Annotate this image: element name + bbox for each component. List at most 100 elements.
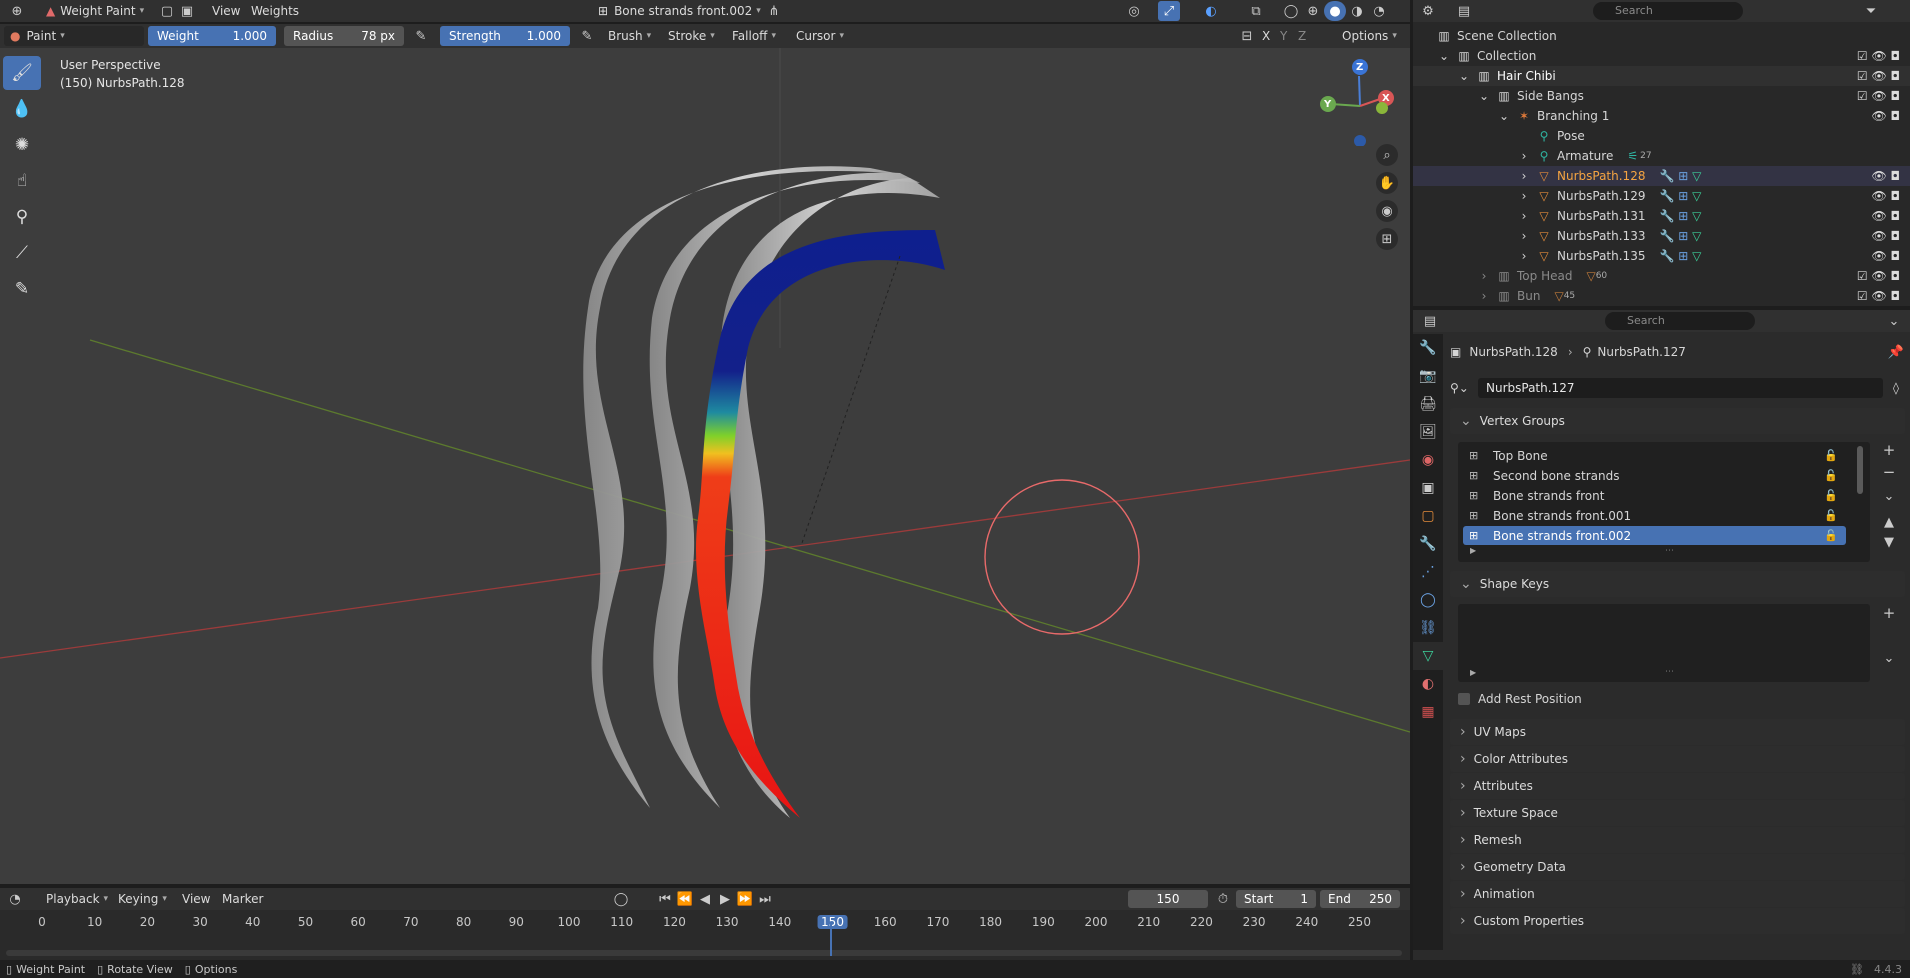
rendered-shading-icon[interactable]: ◔ (1368, 1, 1390, 21)
face-mask-icon[interactable]: ▣ (176, 1, 198, 21)
mirror-x[interactable]: X (1258, 26, 1274, 46)
preview-range-icon[interactable]: ⏱ (1212, 889, 1234, 909)
jump-start-icon[interactable]: ⏮ (654, 889, 676, 909)
add-rest-position-row[interactable]: Add Rest Position (1458, 690, 1582, 708)
shape-keys-panel-header[interactable]: Shape Keys (1450, 571, 1905, 597)
average-tool[interactable]: ✺ (3, 128, 41, 162)
options-menu[interactable]: Options (1336, 26, 1403, 46)
brush-menu[interactable]: Brush (602, 26, 657, 46)
radius-pressure-icon[interactable]: ✎ (410, 26, 432, 46)
camera-view-icon[interactable]: ◉ (1376, 200, 1398, 222)
sample-weight-tool[interactable]: ⚲ (3, 200, 41, 234)
pin-icon[interactable]: 📌 (1885, 342, 1907, 362)
modifier-tab-icon[interactable]: 🔧 (1413, 530, 1443, 558)
attributes-panel-header[interactable]: Attributes (1450, 773, 1905, 799)
outliner-row-bun[interactable]: › ▥ Bun ▽ 45 ☑ 👁 ◘ (1413, 286, 1910, 306)
visibility-toggles[interactable]: 👁 ◘ (1871, 229, 1900, 243)
vertex-group-item[interactable]: ⊞ Bone strands front 🔓 (1463, 486, 1846, 505)
output-tab-icon[interactable]: 🖨 (1413, 390, 1443, 418)
visibility-toggles[interactable]: 👁 ◘ (1871, 209, 1900, 223)
object-tab-icon[interactable]: ▢ (1413, 502, 1443, 530)
visibility-icon[interactable]: ◎ (1123, 1, 1145, 21)
stroke-menu[interactable]: Stroke (662, 26, 721, 46)
material-shading-icon[interactable]: ◑ (1346, 1, 1368, 21)
texture-space-panel-header[interactable]: Texture Space (1450, 800, 1905, 826)
outliner-row-armature[interactable]: › ⚲ Armature ⚟ 27 (1413, 146, 1910, 166)
jump-end-icon[interactable]: ⏭ (754, 889, 776, 909)
move-up-icon[interactable]: ▲ (1878, 512, 1900, 532)
move-down-icon[interactable]: ▼ (1878, 532, 1900, 552)
visibility-toggles[interactable]: 👁 ◘ (1871, 249, 1900, 263)
scene-tab-icon[interactable]: ◉ (1413, 446, 1443, 474)
play-icon[interactable]: ▶ (714, 889, 736, 909)
wireframe-icon[interactable]: ⊕ (1302, 1, 1324, 21)
display-mode-icon[interactable]: ▤ (1453, 1, 1475, 21)
particles-tab-icon[interactable]: ⋰ (1413, 558, 1443, 586)
vertex-groups-panel-header[interactable]: Vertex Groups (1450, 408, 1905, 434)
strength-slider[interactable]: Strength 1.000 (440, 26, 570, 46)
list-filter-arrow-icon[interactable]: ▶ (1470, 546, 1476, 555)
blur-tool[interactable]: 💧 (3, 92, 41, 126)
solid-shading-icon[interactable]: ● (1324, 1, 1346, 21)
mirror-y[interactable]: Y (1276, 26, 1291, 46)
gizmo-toggle-icon[interactable]: ⤢ (1158, 1, 1180, 21)
smear-tool[interactable]: ☝ (3, 164, 41, 198)
add-shape-key-icon[interactable]: + (1878, 603, 1900, 623)
custom-properties-panel-header[interactable]: Custom Properties (1450, 908, 1905, 934)
outliner-row-nurbspath-129[interactable]: › ▽ NurbsPath.129 🔧 ⊞ ▽ 👁 ◘ (1413, 186, 1910, 206)
weight-slider[interactable]: Weight 1.000 (148, 26, 276, 46)
paint-brush-tool[interactable]: 🖌 (3, 56, 41, 90)
view-menu[interactable]: View (176, 889, 216, 909)
current-frame-field[interactable]: 150 (1128, 890, 1208, 908)
zoom-icon[interactable]: ⌕ (1376, 144, 1398, 166)
prev-keyframe-icon[interactable]: ⏪ (674, 889, 696, 909)
lock-icon[interactable]: 🔓 (1824, 489, 1838, 502)
mirror-z[interactable]: Z (1294, 26, 1310, 46)
world-tab-icon[interactable]: ▣ (1413, 474, 1443, 502)
outliner-row-nurbspath-133[interactable]: › ▽ NurbsPath.133 🔧 ⊞ ▽ 👁 ◘ (1413, 226, 1910, 246)
visibility-toggles[interactable]: ☑ 👁 ◘ (1857, 89, 1900, 103)
list-resize-handle-icon[interactable]: ⋯ (1665, 546, 1674, 556)
frame-ruler[interactable]: 0 10 20 30 40 50 60 70 80 90 100 110 120 130 140 150 160… (0, 912, 1410, 934)
fake-user-icon[interactable]: ◊ (1887, 381, 1905, 395)
add-vertex-group-icon[interactable]: + (1878, 440, 1900, 460)
outliner-row-nurbspath-128[interactable]: › ▽ NurbsPath.128 🔧 ⊞ ▽ 👁 ◘ (1413, 166, 1910, 186)
timeline-scrubber-track[interactable] (6, 950, 1402, 956)
properties-options-icon[interactable]: ⌄ (1883, 311, 1905, 331)
lock-icon[interactable]: 🔓 (1824, 469, 1838, 482)
select-mode-icon[interactable]: ▢ (156, 1, 178, 21)
tool-tab-icon[interactable]: 🔧 (1413, 334, 1443, 362)
lock-icon[interactable]: 🔓 (1824, 529, 1838, 542)
outliner-row-branching-1[interactable]: ⌄ ✶ Branching 1 👁 ◘ (1413, 106, 1910, 126)
remove-vertex-group-icon[interactable]: − (1878, 462, 1900, 482)
start-frame-field[interactable]: Start 1 (1236, 890, 1316, 908)
texture-tab-icon[interactable]: ▦ (1413, 698, 1443, 726)
visibility-toggles[interactable]: 👁 ◘ (1871, 109, 1900, 123)
outliner-row-hair-chibi[interactable]: ⌄ ▥ Hair Chibi ☑ 👁 ◘ (1413, 66, 1910, 86)
timeline-editor-icon[interactable]: ◔ (4, 889, 26, 909)
playback-menu[interactable]: Playback (40, 889, 114, 909)
constraints-tab-icon[interactable]: ⛓ (1413, 614, 1443, 642)
outliner-row-scene-collection[interactable]: ▥ Scene Collection (1413, 26, 1910, 46)
outliner-row-pose[interactable]: ⚲ Pose (1413, 126, 1910, 146)
render-tab-icon[interactable]: 📷 (1413, 362, 1443, 390)
data-name-field[interactable]: NurbsPath.127 (1478, 378, 1883, 398)
view-menu[interactable]: View (206, 1, 246, 21)
outliner-row-nurbspath-131[interactable]: › ▽ NurbsPath.131 🔧 ⊞ ▽ 👁 ◘ (1413, 206, 1910, 226)
xray-icon[interactable]: ⧉ (1245, 1, 1267, 21)
end-frame-field[interactable]: End 250 (1320, 890, 1400, 908)
mirror-icon[interactable]: ⊟ (1236, 26, 1258, 46)
outliner-row-collection[interactable]: ⌄ ▥ Collection ☑ 👁 ◘ (1413, 46, 1910, 66)
geometry-data-panel-header[interactable]: Geometry Data (1450, 854, 1905, 880)
gradient-tool[interactable]: ⟋ (3, 236, 41, 270)
vertex-group-scrollbar[interactable] (1857, 446, 1863, 494)
vertex-group-item-selected[interactable]: ⊞ Bone strands front.002 🔓 (1463, 526, 1846, 545)
marker-menu[interactable]: Marker (216, 889, 269, 909)
weights-menu[interactable]: Weights (245, 1, 305, 21)
properties-editor-icon[interactable]: ▤ (1419, 311, 1441, 331)
mode-dropdown[interactable]: ▲ Weight Paint (40, 1, 150, 21)
lock-icon[interactable]: 🔓 (1824, 449, 1838, 462)
vertex-group-item[interactable]: ⊞ Top Bone 🔓 (1463, 446, 1846, 465)
visibility-toggles[interactable]: ☑ 👁 ◘ (1857, 49, 1900, 63)
visibility-toggles[interactable]: ☑ 👁 ◘ (1857, 69, 1900, 83)
